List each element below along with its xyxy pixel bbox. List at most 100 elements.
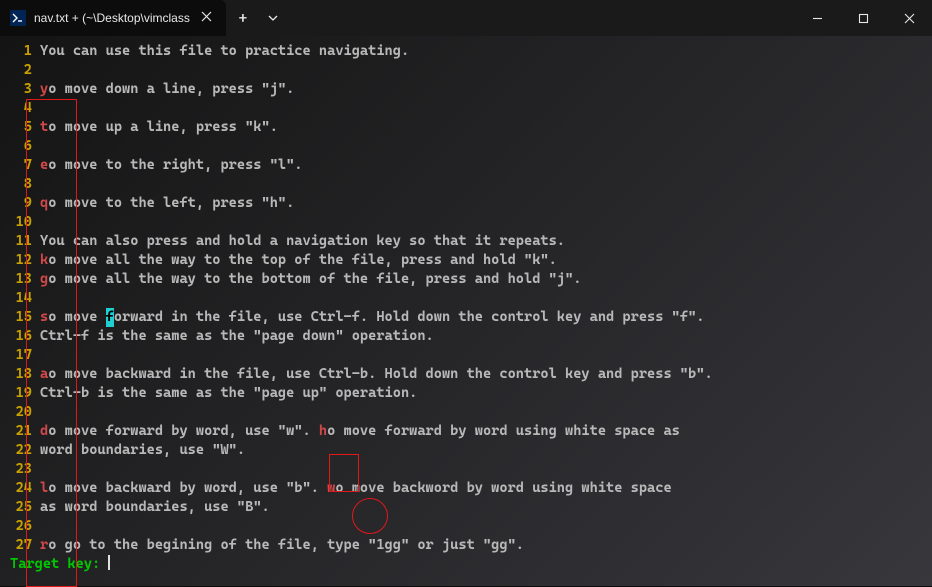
easymotion-hint: e — [40, 156, 48, 175]
line-text: o move up a line, press "k". — [48, 118, 278, 137]
line-number: 13 — [10, 270, 32, 289]
easymotion-hint: q — [40, 194, 48, 213]
editor-line: 7eo move to the right, press "l". — [10, 156, 932, 175]
command-cursor — [108, 555, 110, 570]
new-tab-button[interactable]: + — [226, 0, 260, 36]
editor-line: 10 — [10, 213, 932, 232]
line-number: 3 — [10, 80, 32, 99]
editor-line: 16 Ctrl-f is the same as the "page down" … — [10, 327, 932, 346]
line-text: You can use this file to practice naviga… — [40, 42, 409, 61]
editor-line: 14 — [10, 289, 932, 308]
easymotion-hint: g — [40, 270, 48, 289]
line-number: 2 — [10, 61, 32, 80]
line-text: o move backward in the file, use Ctrl-b.… — [48, 365, 712, 384]
status-line: Target key: — [10, 555, 932, 574]
line-text: o move down a line, press "j". — [48, 80, 294, 99]
line-text: o move backward by word, use "b". — [48, 479, 327, 498]
editor-line: 24 lo move backward by word, use "b". wo … — [10, 479, 932, 498]
editor-line: 11You can also press and hold a navigati… — [10, 232, 932, 251]
editor-line: 25as word boundaries, use "B". — [10, 498, 932, 517]
easymotion-hint: s — [40, 308, 48, 327]
titlebar: nav.txt + (~\Desktop\vimclass + — [0, 0, 932, 36]
editor-line: 27 ro go to the begining of the file, typ… — [10, 536, 932, 555]
editor-line: 9qo move to the left, press "h". — [10, 194, 932, 213]
line-number: 12 — [10, 251, 32, 270]
line-number: 27 — [10, 536, 32, 555]
editor-line: 21 do move forward by word, use "w". ho m… — [10, 422, 932, 441]
line-text: o move all the way to the top of the fil… — [48, 251, 557, 270]
editor-line: 23 — [10, 460, 932, 479]
line-text: o move all the way to the bottom of the … — [48, 270, 581, 289]
editor-line: 19 Ctrl-b is the same as the "page up" op… — [10, 384, 932, 403]
line-number: 21 — [10, 422, 32, 441]
line-text: o move — [48, 308, 105, 327]
line-text: o move to the right, press "l". — [48, 156, 302, 175]
line-number: 10 — [10, 213, 32, 232]
line-number: 14 — [10, 289, 32, 308]
easymotion-hint: t — [40, 118, 48, 137]
line-number: 24 — [10, 479, 32, 498]
editor-line: 12 ko move all the way to the top of the … — [10, 251, 932, 270]
line-text: o move backword by word using white spac… — [335, 479, 671, 498]
editor-line: 20 — [10, 403, 932, 422]
maximize-button[interactable] — [840, 0, 886, 36]
close-window-button[interactable] — [886, 0, 932, 36]
line-number: 25 — [10, 498, 32, 517]
line-text: o move forward by word using white space… — [327, 422, 680, 441]
line-text: o go to the begining of the file, type "… — [48, 536, 524, 555]
line-number: 15 — [10, 308, 32, 327]
easymotion-hint: w — [327, 479, 335, 498]
line-number: 18 — [10, 365, 32, 384]
easymotion-hint: a — [40, 365, 48, 384]
editor-line: 8 — [10, 175, 932, 194]
editor-buffer: 1 You can use this file to practice navig… — [10, 42, 932, 555]
easymotion-hint: k — [40, 251, 48, 270]
line-number: 16 — [10, 327, 32, 346]
line-number: 8 — [10, 175, 32, 194]
easymotion-hint: y — [40, 80, 48, 99]
terminal-viewport[interactable]: 1 You can use this file to practice navig… — [0, 36, 932, 586]
text-cursor: f — [106, 308, 114, 327]
line-number: 26 — [10, 517, 32, 536]
easymotion-hint: d — [40, 422, 48, 441]
powershell-icon — [10, 10, 26, 26]
editor-line: 4 — [10, 99, 932, 118]
easymotion-hint: l — [40, 479, 48, 498]
editor-line: 15 so move forward in the file, use Ctrl-… — [10, 308, 932, 327]
line-text: Ctrl-f is the same as the "page down" op… — [40, 327, 434, 346]
editor-line: 5to move up a line, press "k". — [10, 118, 932, 137]
line-text: word boundaries, use "W". — [40, 441, 245, 460]
editor-line: 18 ao move backward in the file, use Ctrl… — [10, 365, 932, 384]
line-number: 9 — [10, 194, 32, 213]
editor-line: 13 go move all the way to the bottom of t… — [10, 270, 932, 289]
line-number: 23 — [10, 460, 32, 479]
line-text: o move forward by word, use "w". — [48, 422, 319, 441]
minimize-button[interactable] — [794, 0, 840, 36]
line-number: 1 — [10, 42, 32, 61]
line-number: 5 — [10, 118, 32, 137]
tab-close-button[interactable] — [198, 11, 216, 26]
editor-line: 1 You can use this file to practice navig… — [10, 42, 932, 61]
easymotion-hint: h — [319, 422, 327, 441]
editor-line: 26 — [10, 517, 932, 536]
tab-title: nav.txt + (~\Desktop\vimclass — [34, 11, 190, 25]
tab-dropdown-button[interactable] — [260, 0, 286, 36]
line-text: Ctrl-b is the same as the "page up" oper… — [40, 384, 417, 403]
line-text: o move to the left, press "h". — [48, 194, 294, 213]
editor-line: 3yo move down a line, press "j". — [10, 80, 932, 99]
line-text: orward in the file, use Ctrl-f. Hold dow… — [114, 308, 705, 327]
editor-line: 22 word boundaries, use "W". — [10, 441, 932, 460]
line-number: 20 — [10, 403, 32, 422]
active-tab[interactable]: nav.txt + (~\Desktop\vimclass — [0, 0, 226, 36]
editor-line: 6 — [10, 137, 932, 156]
line-number: 4 — [10, 99, 32, 118]
line-number: 6 — [10, 137, 32, 156]
editor-line: 2 — [10, 61, 932, 80]
window-controls — [794, 0, 932, 36]
line-number: 22 — [10, 441, 32, 460]
line-number: 7 — [10, 156, 32, 175]
line-number: 19 — [10, 384, 32, 403]
line-text: You can also press and hold a navigation… — [40, 232, 565, 251]
easymotion-hint: r — [40, 536, 48, 555]
editor-line: 17 — [10, 346, 932, 365]
